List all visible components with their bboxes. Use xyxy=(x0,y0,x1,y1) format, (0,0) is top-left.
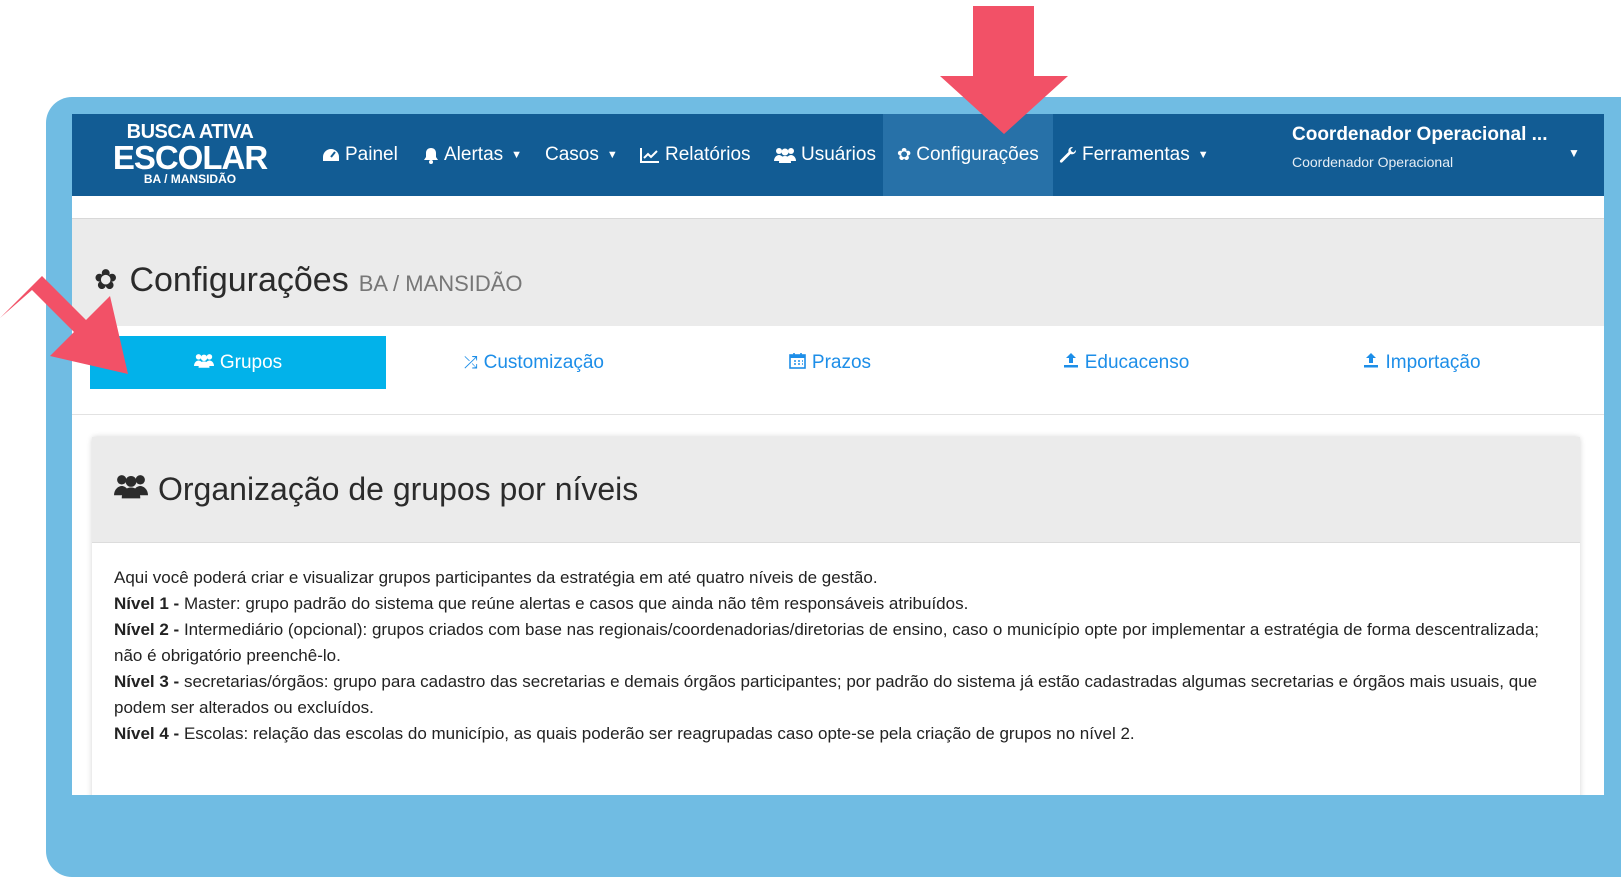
level-label: Nível 4 - xyxy=(114,724,180,743)
level-label: Nível 1 - xyxy=(114,594,180,613)
level-label: Nível 2 - xyxy=(114,620,180,639)
users-icon xyxy=(114,473,148,507)
tab-prazos[interactable]: Prazos xyxy=(682,336,978,389)
level-text: Master: grupo padrão do sistema que reún… xyxy=(183,594,969,613)
nav-label: Painel xyxy=(345,144,398,165)
caret-down-icon: ▼ xyxy=(606,149,618,161)
nav-ferramentas[interactable]: Ferramentas ▼ xyxy=(1059,114,1209,196)
top-navbar: BUSCA ATIVA ESCOLAR BA / MANSIDÃO Painel… xyxy=(72,114,1604,196)
page-title-text: Configurações xyxy=(129,261,349,299)
panel-title: Organização de grupos por níveis xyxy=(158,471,639,507)
nav-label: Relatórios xyxy=(665,144,751,165)
level-text: Intermediário (opcional): grupos criados… xyxy=(114,620,1540,665)
level-label: Nível 3 - xyxy=(114,672,180,691)
page-title: ✿ Configurações BA / MANSIDÃO xyxy=(94,261,523,300)
tab-label: Grupos xyxy=(219,351,283,373)
bell-icon xyxy=(423,147,439,164)
user-caret-down-icon[interactable]: ▼ xyxy=(1568,146,1580,160)
users-icon xyxy=(193,353,214,373)
brand-line2: ESCOLAR xyxy=(112,139,268,176)
level-text: Escolas: relação das escolas do municípi… xyxy=(183,724,1135,743)
user-role: Coordenador Operacional xyxy=(1292,154,1454,170)
level-4: Nível 4 - Escolas: relação das escolas d… xyxy=(114,721,1558,747)
level-2: Nível 2 - Intermediário (opcional): grup… xyxy=(114,617,1558,669)
nav-alertas[interactable]: Alertas ▼ xyxy=(423,114,522,196)
user-name: Coordenador Operacional ... xyxy=(1292,124,1548,145)
tab-importacao[interactable]: Importação xyxy=(1274,336,1570,389)
gear-icon: ✿ xyxy=(897,145,912,164)
nav-label: Casos xyxy=(545,144,599,165)
brand-logo[interactable]: BUSCA ATIVA ESCOLAR BA / MANSIDÃO xyxy=(110,122,270,186)
dashboard-icon xyxy=(322,148,340,162)
upload-icon xyxy=(1363,352,1379,373)
tab-educacenso[interactable]: Educacenso xyxy=(978,336,1274,389)
page-header: ✿ Configurações BA / MANSIDÃO xyxy=(72,218,1604,327)
groups-panel: Organização de grupos por níveis Aqui vo… xyxy=(92,437,1580,795)
tab-label: Customização xyxy=(483,351,604,373)
tab-label: Prazos xyxy=(811,351,872,373)
shuffle-icon: ⤮ xyxy=(464,352,478,372)
calendar-icon xyxy=(789,352,806,374)
wrench-icon xyxy=(1059,146,1077,164)
page-location: BA / MANSIDÃO xyxy=(358,271,523,296)
nav-painel[interactable]: Painel xyxy=(322,114,398,196)
level-1: Nível 1 - Master: grupo padrão do sistem… xyxy=(114,591,1558,617)
nav-label: Ferramentas xyxy=(1082,144,1190,165)
nav-casos[interactable]: Casos ▼ xyxy=(545,114,618,196)
app-window: BUSCA ATIVA ESCOLAR BA / MANSIDÃO Painel… xyxy=(72,114,1604,795)
tab-customizacao[interactable]: ⤮ Customização xyxy=(386,336,682,389)
level-text: secretarias/órgãos: grupo para cadastro … xyxy=(114,672,1538,717)
users-icon xyxy=(774,147,796,163)
caret-down-icon: ▼ xyxy=(511,149,523,161)
nav-label: Usuários xyxy=(801,144,876,165)
caret-down-icon: ▼ xyxy=(1197,149,1209,161)
tab-label: Educacenso xyxy=(1084,351,1190,373)
panel-header: Organização de grupos por níveis xyxy=(92,437,1580,543)
nav-label: Alertas xyxy=(444,144,504,165)
upload-icon xyxy=(1063,352,1079,373)
nav-label: Configurações xyxy=(916,144,1039,165)
settings-tabs: Grupos ⤮ Customização Prazos Educacenso … xyxy=(72,326,1604,415)
line-chart-icon xyxy=(640,147,660,163)
tab-label: Importação xyxy=(1385,351,1481,373)
panel-intro: Aqui você poderá criar e visualizar grup… xyxy=(114,568,878,587)
user-menu[interactable]: Coordenador Operacional ... Coordenador … xyxy=(1292,124,1592,170)
nav-usuarios[interactable]: Usuários xyxy=(774,114,876,196)
panel-body: Aqui você poderá criar e visualizar grup… xyxy=(92,543,1580,747)
arrow-diagonal-icon xyxy=(0,276,128,374)
level-3: Nível 3 - secretarias/órgãos: grupo para… xyxy=(114,669,1558,721)
arrow-down-icon xyxy=(940,6,1068,134)
nav-relatorios[interactable]: Relatórios xyxy=(640,114,751,196)
